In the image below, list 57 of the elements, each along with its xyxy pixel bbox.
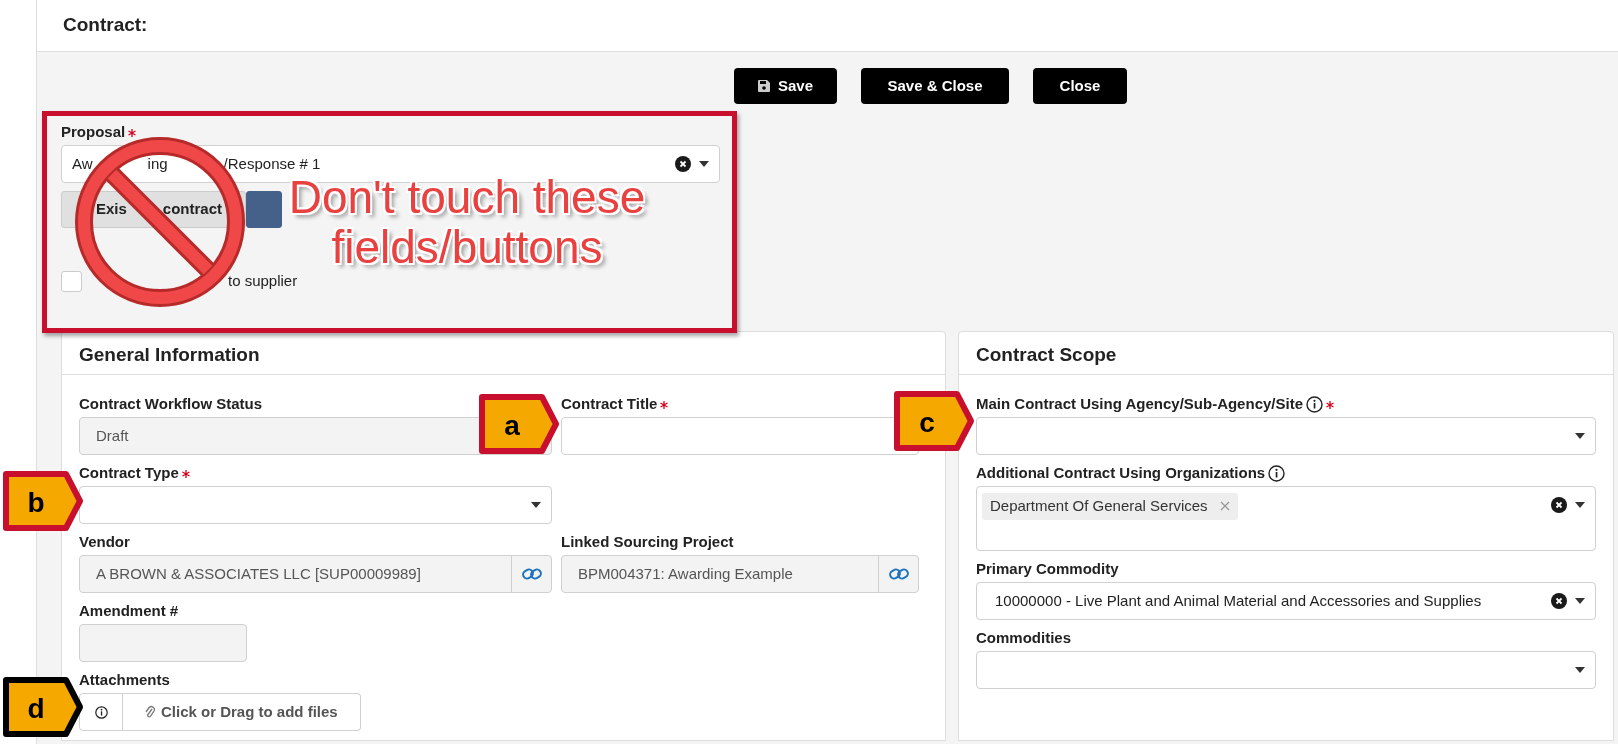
field-value: BPM004371: Awarding Example (578, 563, 793, 584)
select-value: 10000000 - Live Plant and Animal Material and Accessories and Supplies (995, 590, 1482, 611)
caret-icon[interactable] (1575, 667, 1585, 673)
link-icon[interactable] (521, 567, 542, 581)
toolbar-button[interactable]: Close (1033, 68, 1127, 104)
paperclip-icon (145, 705, 155, 719)
clear-icon[interactable] (1551, 593, 1567, 609)
checkbox[interactable] (61, 270, 82, 292)
checkbox-label: to supplier (228, 271, 298, 291)
field-label: Amendment # (79, 601, 179, 622)
link-icon[interactable] (888, 567, 909, 581)
field-value: A BROWN & ASSOCIATES LLC [SUP00009989] (96, 563, 421, 584)
caret-icon[interactable] (1575, 502, 1585, 508)
field-label: Contract Title (561, 394, 658, 415)
select-value: /Response # 1 (223, 153, 321, 174)
caret-icon[interactable] (531, 502, 541, 508)
multi-select-field[interactable]: Department Of General Services (976, 486, 1596, 551)
select-value: Aw (72, 153, 93, 174)
select-value: ing (147, 153, 168, 174)
field-label: Primary Commodity (976, 559, 1119, 580)
field-label: Contract Type (79, 463, 179, 484)
select-field[interactable] (976, 417, 1596, 455)
tag-label: Department Of General Services (990, 496, 1208, 516)
field-label: Main Contract Using Agency/Sub-Agency/Site (976, 394, 1303, 415)
caret-icon[interactable] (1575, 433, 1585, 439)
callout-tooltip: a (478, 393, 562, 455)
field-label: Attachments (79, 670, 170, 691)
clear-icon[interactable] (675, 156, 691, 172)
file-drop-zone[interactable]: Click or Drag to add files (123, 693, 361, 731)
field-label: Additional Contract Using Organizations (976, 463, 1266, 484)
field-label: Commodities (976, 628, 1071, 649)
input-field[interactable] (79, 624, 247, 662)
card-title: Contract Scope (959, 332, 1613, 375)
input-field[interactable] (561, 417, 919, 455)
caret-icon[interactable] (1575, 598, 1585, 604)
select-field[interactable]: 10000000 - Live Plant and Animal Material and Accessories and Supplies (976, 582, 1596, 620)
clear-icon[interactable] (1551, 497, 1567, 513)
tag-chip[interactable]: Department Of General Services (982, 493, 1238, 520)
save-icon (757, 80, 770, 92)
caret-icon[interactable] (699, 161, 709, 167)
info-icon (94, 705, 108, 719)
page-title: Contract: (63, 14, 149, 37)
toolbar-button[interactable]: Save (734, 68, 837, 104)
field-label: Proposal (61, 122, 126, 143)
select-field[interactable] (79, 486, 552, 524)
input-field[interactable]: BPM004371: Awarding Example (561, 555, 919, 593)
field-label: Contract Workflow Status (79, 394, 263, 415)
info-button[interactable] (79, 693, 123, 731)
field-label: Vendor (79, 532, 130, 553)
field-label: Linked Sourcing Project (561, 532, 734, 553)
field-value: Draft (96, 425, 129, 446)
callout-tooltip: c (893, 390, 977, 452)
select-field[interactable] (976, 651, 1596, 689)
card-title: General Information (62, 332, 945, 375)
toolbar-button[interactable]: Save & Close (861, 68, 1009, 104)
upload-placeholder: Click or Drag to add files (161, 701, 338, 722)
input-field[interactable]: A BROWN & ASSOCIATES LLC [SUP00009989] (79, 555, 552, 593)
